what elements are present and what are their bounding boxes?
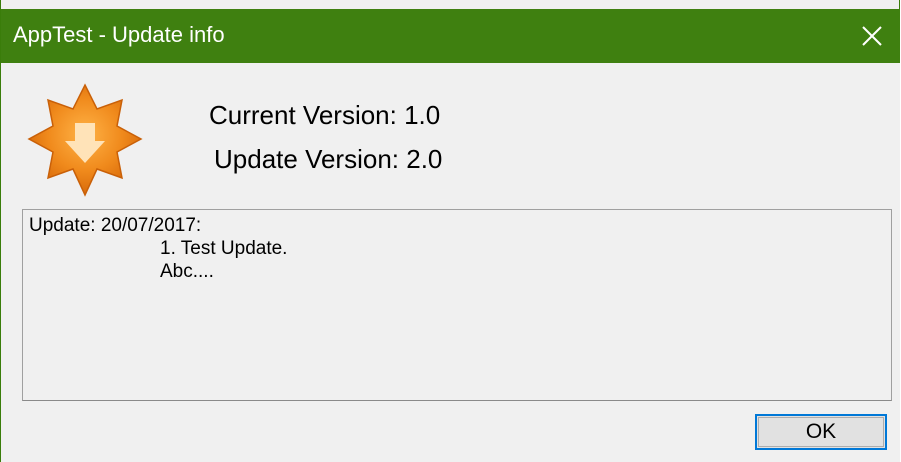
current-version-label: Current Version: 1.0 (209, 100, 441, 130)
update-badge-icon (27, 83, 143, 197)
notes-line-header: Update: 20/07/2017: (29, 215, 202, 236)
close-icon (862, 26, 882, 46)
update-info-dialog: AppTest - Update info Current Version: 1… (0, 0, 900, 462)
title-bar[interactable]: AppTest - Update info (1, 9, 900, 63)
window-title: AppTest - Update info (13, 22, 225, 47)
ok-button[interactable]: OK (755, 414, 887, 450)
release-notes-textbox[interactable]: Update: 20/07/2017: 1. Test Update. Abc.… (22, 209, 892, 401)
notes-line-item: Abc.... (160, 261, 214, 282)
dialog-body: Current Version: 1.0 Update Version: 2.0… (1, 63, 900, 462)
update-version-label: Update Version: 2.0 (214, 144, 443, 174)
notes-line-item: 1. Test Update. (160, 238, 288, 259)
ok-button-label: OK (805, 420, 837, 443)
close-button[interactable] (844, 9, 900, 63)
